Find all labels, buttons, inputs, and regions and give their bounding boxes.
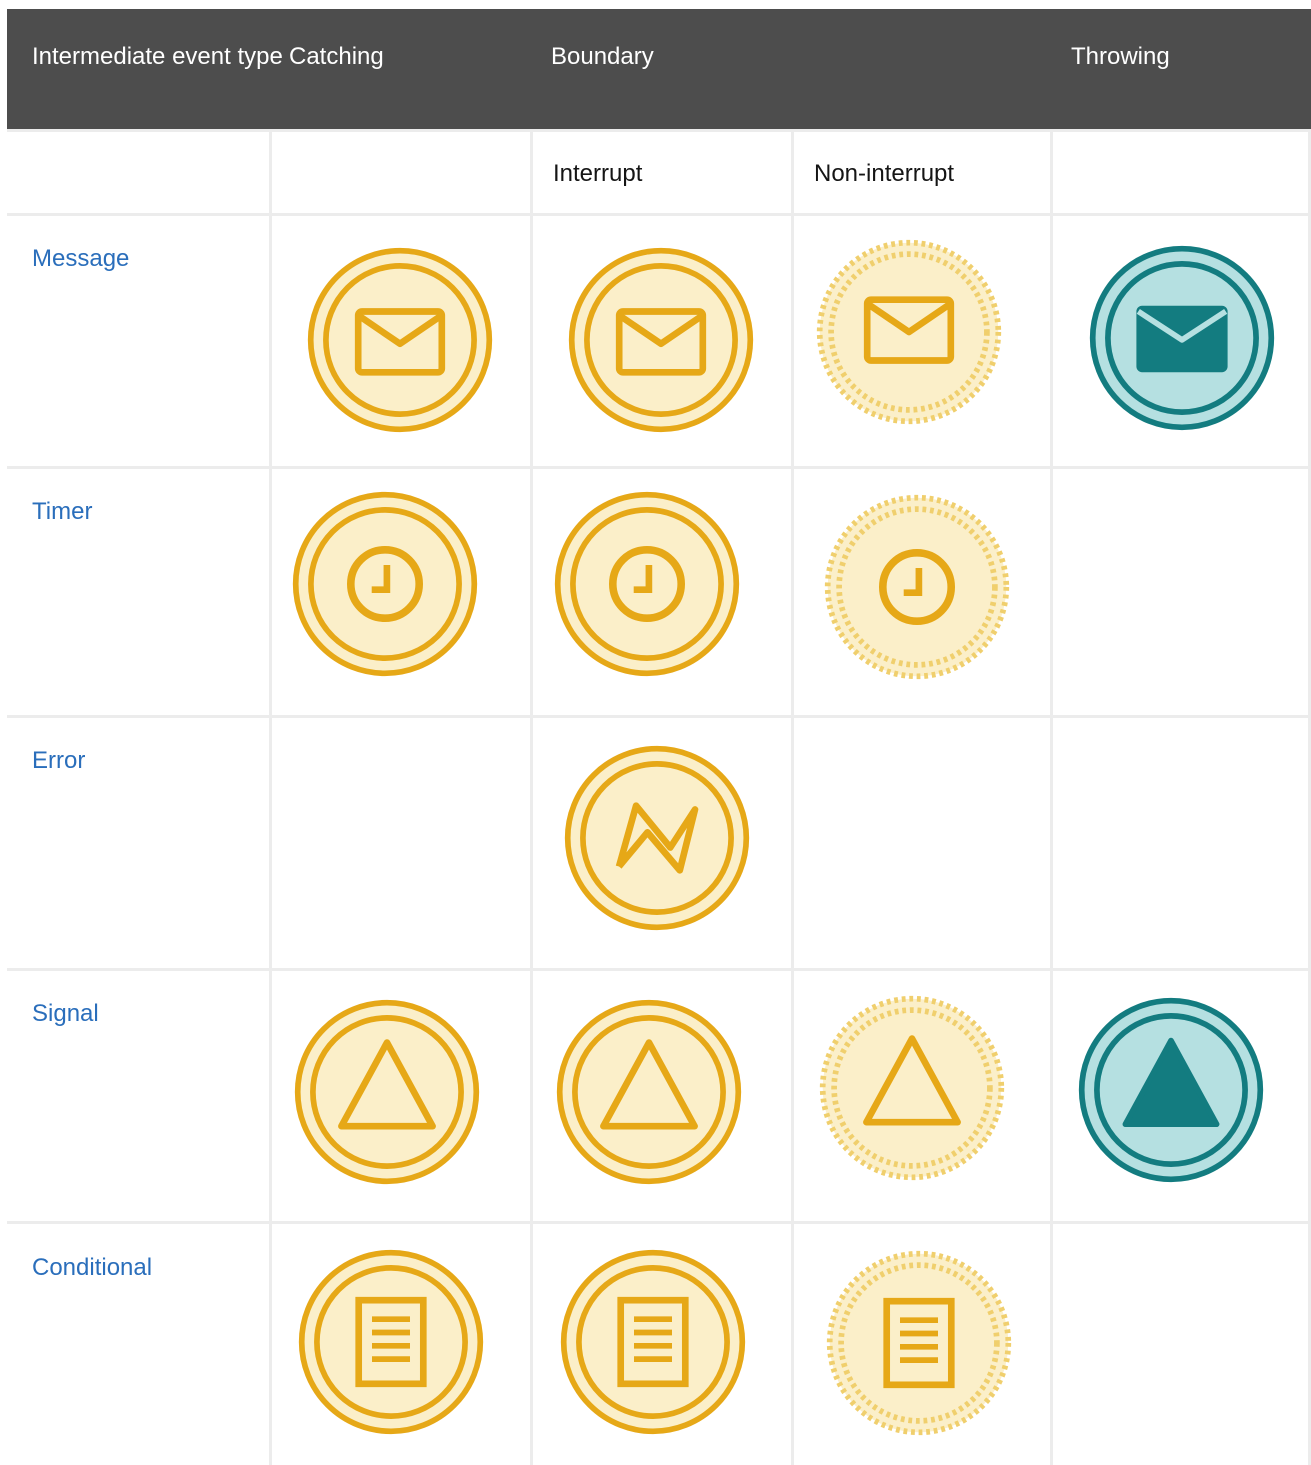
table-header: Intermediate event type Catching Boundar… [7,9,1311,129]
message-non-interrupt-icon [814,237,1004,427]
conditional-non-interrupt-icon [824,1248,1014,1438]
error-interrupt-icon [562,743,752,933]
timer-catching-icon [290,489,480,679]
row-divider [7,968,1311,971]
column-divider [1050,129,1053,1465]
row-divider [7,466,1311,469]
row-link-signal[interactable]: Signal [32,998,99,1030]
message-interrupt-icon [566,245,756,435]
row-link-message[interactable]: Message [32,243,129,275]
column-divider [530,129,533,1465]
header-boundary: Boundary [551,43,654,70]
column-divider [791,129,794,1465]
subheader-non-interrupt: Non-interrupt [814,160,955,187]
row-divider [7,1221,1311,1224]
timer-non-interrupt-icon [822,492,1012,682]
column-divider [269,129,272,1465]
row-divider [7,715,1311,718]
subheader-interrupt: Interrupt [553,160,643,187]
row-divider [7,129,1311,132]
row-link-error[interactable]: Error [32,745,85,777]
row-link-timer[interactable]: Timer [32,496,92,528]
message-throwing-icon [1087,243,1277,433]
signal-throwing-icon [1076,995,1266,1185]
signal-interrupt-icon [554,997,744,1187]
row-divider [7,213,1311,216]
header-catching: Catching [289,43,384,70]
signal-non-interrupt-icon [817,993,1007,1183]
header-throwing: Throwing [1071,43,1170,70]
conditional-catching-icon [296,1247,486,1437]
message-catching-icon [305,245,495,435]
row-link-conditional[interactable]: Conditional [32,1252,152,1284]
header-event-type: Intermediate event type [32,43,283,70]
conditional-interrupt-icon [558,1247,748,1437]
timer-interrupt-icon [552,489,742,679]
signal-catching-icon [292,997,482,1187]
